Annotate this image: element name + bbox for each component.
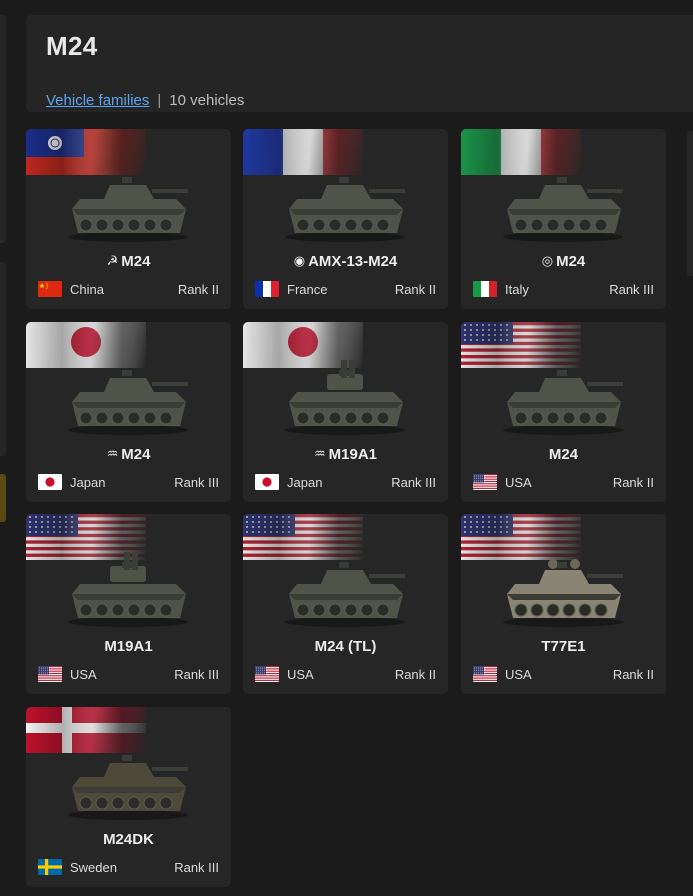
vehicle-name-text: M24 <box>121 446 151 463</box>
usa-flag-icon <box>473 666 497 682</box>
nation-emblem-icon: ♒ <box>106 446 119 461</box>
left-panel-highlight-edge <box>0 474 6 522</box>
vehicle-card[interactable]: M24DK Sweden Rank III <box>26 707 231 887</box>
left-panel-edge <box>0 15 6 243</box>
japan-flag-icon <box>38 474 62 490</box>
rank-label: Rank II <box>177 282 219 297</box>
country-label: Japan <box>287 475 323 490</box>
vehicle-name: ◉ AMX-13-M24 <box>243 253 448 270</box>
vehicle-card[interactable]: ☭ M24 China Rank II <box>26 129 231 309</box>
vehicle-name: ☭ M24 <box>26 253 231 270</box>
vehicle-name: M24 (TL) <box>243 638 448 655</box>
country-label: Italy <box>505 282 529 297</box>
left-panel-edge <box>0 262 6 456</box>
vehicle-name-text: M24 (TL) <box>314 638 377 655</box>
page-title: M24 <box>46 31 98 61</box>
rank-label: Rank III <box>174 667 219 682</box>
breadcrumb: Vehicle families | 10 vehicles <box>46 92 244 109</box>
france-flag-icon <box>255 281 279 297</box>
vehicle-name-text: AMX-13-M24 <box>308 253 398 270</box>
nation-emblem-icon: ◉ <box>293 253 306 268</box>
vehicle-image <box>275 159 415 243</box>
vehicle-families-link[interactable]: Vehicle families <box>46 92 149 109</box>
vehicle-name: ♒ M24 <box>26 446 231 463</box>
vehicle-image <box>493 352 633 436</box>
vehicle-image <box>58 352 198 436</box>
vehicle-name-text: M19A1 <box>104 638 153 655</box>
vehicle-image <box>493 544 633 628</box>
separator: | <box>157 92 162 109</box>
rank-label: Rank III <box>174 475 219 490</box>
vehicle-name: ◎ M24 <box>461 253 666 270</box>
vehicle-count: 10 vehicles <box>169 92 245 109</box>
nation-emblem-icon: ◎ <box>541 253 554 268</box>
country-label: USA <box>505 667 532 682</box>
rank-label: Rank II <box>612 667 654 682</box>
country-label: USA <box>70 667 97 682</box>
rank-label: Rank II <box>394 282 436 297</box>
country-label: Japan <box>70 475 106 490</box>
vehicle-name-text: M24 <box>556 253 586 270</box>
vehicle-card[interactable]: T77E1 USA Rank II <box>461 514 666 694</box>
nation-emblem-icon: ☭ <box>106 253 119 268</box>
rank-label: Rank III <box>174 860 219 875</box>
country-label: USA <box>287 667 314 682</box>
nation-emblem-icon: ♒ <box>313 446 326 461</box>
usa-flag-icon <box>473 474 497 490</box>
vehicle-image <box>58 737 198 821</box>
japan-flag-icon <box>255 474 279 490</box>
rank-label: Rank II <box>612 475 654 490</box>
usa-flag-icon <box>255 666 279 682</box>
vehicle-name: T77E1 <box>461 638 666 655</box>
vehicle-image <box>493 159 633 243</box>
vehicle-name-text: M24DK <box>103 831 154 848</box>
rank-label: Rank III <box>609 282 654 297</box>
scrollbar[interactable] <box>687 131 693 276</box>
vehicle-card[interactable]: ◉ AMX-13-M24 France Rank II <box>243 129 448 309</box>
country-label: France <box>287 282 328 297</box>
vehicle-name-text: T77E1 <box>541 638 586 655</box>
vehicle-image <box>58 159 198 243</box>
china-flag-icon <box>38 281 62 297</box>
italy-flag-icon <box>473 281 497 297</box>
vehicle-image <box>275 544 415 628</box>
vehicle-card[interactable]: M24 (TL) USA Rank II <box>243 514 448 694</box>
country-label: USA <box>505 475 532 490</box>
vehicle-image <box>58 544 198 628</box>
vehicle-card[interactable]: M19A1 USA Rank III <box>26 514 231 694</box>
usa-flag-icon <box>38 666 62 682</box>
country-label: Sweden <box>70 860 117 875</box>
family-header: M24 Vehicle families | 10 vehicles <box>26 15 693 112</box>
vehicle-name: M24 <box>461 446 666 463</box>
vehicle-card[interactable]: ♒ M24 Japan Rank III <box>26 322 231 502</box>
vehicle-card[interactable]: ♒ M19A1 Japan Rank III <box>243 322 448 502</box>
vehicle-name: M24DK <box>26 831 231 848</box>
rank-label: Rank III <box>391 475 436 490</box>
vehicle-name-text: M24 <box>121 253 151 270</box>
vehicle-name: M19A1 <box>26 638 231 655</box>
vehicle-card[interactable]: M24 USA Rank II <box>461 322 666 502</box>
country-label: China <box>70 282 104 297</box>
vehicle-name-text: M24 <box>548 446 579 463</box>
vehicle-name: ♒ M19A1 <box>243 446 448 463</box>
sweden-flag-icon <box>38 859 62 875</box>
vehicle-card[interactable]: ◎ M24 Italy Rank III <box>461 129 666 309</box>
vehicle-name-text: M19A1 <box>328 446 377 463</box>
vehicle-image <box>275 352 415 436</box>
rank-label: Rank II <box>394 667 436 682</box>
